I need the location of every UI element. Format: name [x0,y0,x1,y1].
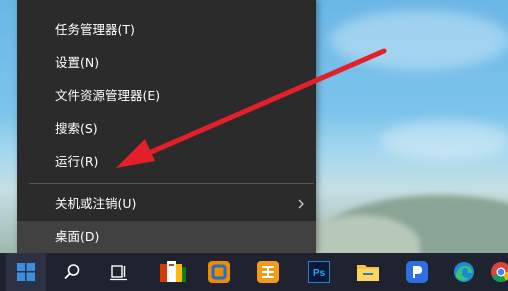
chevron-right-icon [298,199,304,209]
taskbar-app-blue-document[interactable] [397,253,437,291]
office-apps-icon [160,261,186,282]
taskbar-app-photoshop[interactable]: Ps [299,253,339,291]
menu-item-label: 运行(R) [55,154,99,169]
taskbar-app-edge[interactable] [444,253,484,291]
taskbar-app-chrome[interactable] [490,253,508,291]
taskbar-app-yellow[interactable] [248,253,288,291]
taskbar: Ps [0,253,508,291]
menu-item-task-manager[interactable]: 任务管理器(T) [17,14,316,46]
menu-item-desktop[interactable]: 桌面(D) [17,221,316,253]
menu-item-label: 桌面(D) [55,229,100,244]
context-menu: 任务管理器(T) 设置(N) 文件资源管理器(E) 搜索(S) 运行(R) 关机… [17,0,316,253]
edge-browser-icon [454,262,474,282]
task-view-icon [110,265,127,281]
taskbar-app-file-explorer[interactable] [348,253,388,291]
search-button[interactable] [52,253,92,291]
menu-item-run[interactable]: 运行(R) [17,146,316,178]
menu-item-label: 搜索(S) [55,121,98,136]
chrome-browser-icon [491,262,508,283]
task-view-button[interactable] [99,253,139,291]
file-explorer-icon [357,265,379,281]
taskbar-app-office[interactable] [153,253,193,291]
menu-item-label: 关机或注销(U) [55,196,137,211]
menu-item-search[interactable]: 搜索(S) [17,113,316,145]
photoshop-label: Ps [313,268,326,279]
start-button[interactable] [6,253,46,291]
menu-item-label: 设置(N) [55,55,100,70]
search-icon [64,264,80,280]
blue-document-app-icon [406,261,428,283]
menu-divider [29,183,314,184]
taskbar-app-orange[interactable] [199,253,239,291]
yellow-app-icon [257,261,279,283]
menu-item-label: 任务管理器(T) [55,22,135,37]
menu-item-label: 文件资源管理器(E) [55,88,161,103]
windows-start-icon [17,263,35,281]
menu-item-file-explorer[interactable]: 文件资源管理器(E) [17,80,316,112]
menu-item-shutdown-signout[interactable]: 关机或注销(U) [17,188,316,220]
orange-app-icon [208,261,230,283]
photoshop-icon: Ps [308,261,330,283]
menu-item-settings[interactable]: 设置(N) [17,47,316,79]
